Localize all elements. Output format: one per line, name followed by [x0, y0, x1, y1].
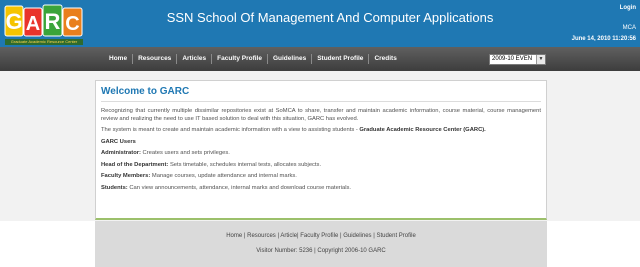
role-name: Administrator: — [101, 150, 141, 156]
role-name: Students: — [101, 184, 128, 191]
role-administrator: Administrator: Creates users and sets pr… — [101, 150, 541, 158]
header-bar: G A R C Graduate Academic Resource Cente… — [0, 0, 640, 47]
nav-resources[interactable]: Resources — [133, 47, 176, 71]
logo-letter: A — [26, 13, 40, 35]
logo-caption-strip: Graduate Academic Resource Center — [5, 39, 83, 45]
footer-link-home[interactable]: Home — [226, 233, 242, 239]
term-select-value: 2009-10 EVEN — [492, 56, 533, 62]
footer-link-article[interactable]: Article — [280, 233, 297, 239]
welcome-panel: Welcome to GARC Recognizing that current… — [95, 80, 547, 220]
garc-logo[interactable]: G A R C Graduate Academic Resource Cente… — [4, 3, 84, 45]
user-name: MCA — [622, 25, 636, 31]
role-desc: Manage courses, update attendance and in… — [150, 173, 297, 179]
chevron-down-icon[interactable]: ▼ — [536, 55, 545, 64]
footer-link-faculty-profile[interactable]: Faculty Profile — [300, 233, 338, 239]
role-name: Head of the Department: — [101, 161, 169, 168]
term-select[interactable]: 2009-10 EVEN ▼ — [489, 54, 546, 65]
purpose-text: The system is meant to create and mainta… — [101, 127, 355, 133]
logo-letter: G — [5, 9, 22, 34]
nav-faculty-profile[interactable]: Faculty Profile — [212, 47, 267, 71]
purpose-system-name: Graduate Academic Resource Center (GARC)… — [359, 127, 486, 133]
footer-links: Home | Resources | Article| Faculty Prof… — [226, 233, 416, 239]
users-heading: GARC Users — [101, 138, 136, 145]
title-divider — [101, 101, 541, 102]
logo-letter: R — [45, 9, 61, 34]
page-title: Welcome to GARC — [101, 86, 190, 97]
role-students: Students: Can view announcements, attend… — [101, 185, 541, 193]
role-desc: Creates users and sets privileges. — [140, 150, 230, 156]
role-desc: Sets timetable, schedules internal tests… — [168, 161, 322, 168]
logo-letter: C — [65, 13, 79, 35]
footer-link-student-profile[interactable]: Student Profile — [376, 233, 415, 239]
current-datetime: June 14, 2010 11:20:56 — [571, 36, 636, 42]
role-desc: Can view announcements, attendance, inte… — [127, 184, 352, 191]
role-hod: Head of the Department: Sets timetable, … — [101, 162, 541, 170]
nav-items: Home Resources Articles Faculty Profile … — [104, 47, 402, 71]
nav-student-profile[interactable]: Student Profile — [312, 47, 368, 71]
role-name: Faculty Members: — [101, 173, 151, 179]
footer-link-guidelines[interactable]: Guidelines — [343, 233, 371, 239]
logo-caption: Graduate Academic Resource Center — [10, 39, 78, 44]
nav-guidelines[interactable]: Guidelines — [268, 47, 311, 71]
purpose-paragraph: The system is meant to create and mainta… — [101, 127, 541, 135]
footer-link-resources[interactable]: Resources — [247, 233, 276, 239]
login-link[interactable]: Login — [620, 5, 636, 11]
role-faculty: Faculty Members: Manage courses, update … — [101, 173, 541, 181]
nav-articles[interactable]: Articles — [177, 47, 211, 71]
nav-credits[interactable]: Credits — [369, 47, 401, 71]
nav-home[interactable]: Home — [104, 47, 132, 71]
site-title: SSN School Of Management And Computer Ap… — [166, 10, 494, 25]
intro-paragraph: Recognizing that currently multiple diss… — [101, 108, 541, 122]
footer: Home | Resources | Article| Faculty Prof… — [95, 221, 547, 267]
garc-logo-letters: G A R C — [4, 4, 83, 37]
content-area: Welcome to GARC Recognizing that current… — [0, 71, 640, 221]
visitor-count: Visitor Number: 5236 | Copyright 2006-10… — [256, 248, 386, 254]
